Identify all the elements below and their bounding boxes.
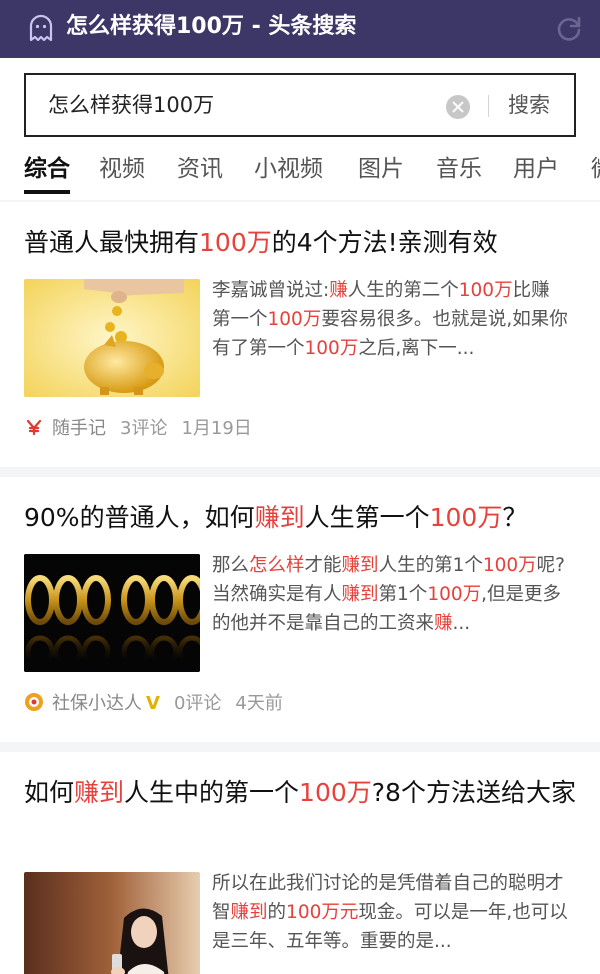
search-bar: 怎么样获得100万 搜索 [0, 58, 600, 152]
result-time: 4天前 [235, 693, 283, 714]
shebao-logo-icon [25, 693, 43, 711]
search-input[interactable]: 怎么样获得100万 [48, 91, 214, 119]
ghost-icon [29, 14, 53, 42]
result-snippet: 李嘉诚曾说过:赚人生的第二个100万比赚第一个100万要容易很多。也就是说,如果… [212, 280, 568, 359]
search-button[interactable]: 搜索 [508, 91, 550, 119]
result-snippet: 所以在此我们讨论的是凭借着自己的聪明才智赚到的100万元现金。可以是一年,也可以… [212, 873, 568, 952]
result-card[interactable]: 如何赚到人生中的第一个100万?8个方法送给大家 所以在此我们讨论的是凭借着自己… [0, 752, 600, 974]
gold-zeros-image[interactable] [24, 554, 200, 672]
woman-portrait-image[interactable] [24, 872, 200, 974]
piggy-bank-coins-image[interactable] [24, 279, 200, 397]
active-tab-indicator [24, 190, 70, 194]
tab-news[interactable]: 资讯 [177, 152, 223, 186]
verified-badge: V [146, 693, 160, 714]
result-meta: 随手记 3评论 1月19日 [24, 417, 252, 441]
divider [488, 95, 489, 117]
result-comments: 3评论 [120, 418, 168, 439]
tab-bar: 综合 视频 资讯 小视频 图片 音乐 用户 微 [0, 152, 600, 200]
tab-video[interactable]: 视频 [99, 152, 145, 186]
result-card[interactable]: 90%的普通人，如何赚到人生第一个100万？ 那么怎么样才能赚到人生的第1个10… [0, 477, 600, 742]
result-card[interactable]: 普通人最快拥有100万的4个方法!亲测有效 李嘉诚曾说过:赚人生的第二个100万… [0, 202, 600, 467]
refresh-icon[interactable] [554, 13, 584, 43]
clear-icon[interactable] [446, 95, 470, 119]
result-title[interactable]: 如何赚到人生中的第一个100万?8个方法送给大家 [24, 772, 584, 814]
result-title[interactable]: 90%的普通人，如何赚到人生第一个100万？ [24, 497, 584, 539]
tab-all[interactable]: 综合 [24, 152, 70, 186]
suishouji-logo-icon [24, 417, 44, 437]
tab-images[interactable]: 图片 [358, 152, 404, 186]
tab-users[interactable]: 用户 [513, 152, 559, 186]
result-source[interactable]: 随手记 [52, 418, 106, 439]
result-time: 1月19日 [181, 418, 252, 439]
tab-short-video[interactable]: 小视频 [254, 152, 323, 186]
tab-music[interactable]: 音乐 [436, 152, 482, 186]
page-title: 怎么样获得100万 - 头条搜索 [66, 14, 357, 39]
search-box[interactable]: 怎么样获得100万 搜索 [24, 73, 576, 137]
result-title[interactable]: 普通人最快拥有100万的4个方法!亲测有效 [24, 222, 584, 264]
tab-more[interactable]: 微 [591, 152, 600, 186]
result-meta: 社保小达人 V 0评论 4天前 [24, 692, 283, 716]
title-bar: 怎么样获得100万 - 头条搜索 [0, 0, 600, 58]
result-comments: 0评论 [173, 693, 222, 714]
result-source[interactable]: 社保小达人 [52, 693, 142, 714]
result-snippet: 那么怎么样才能赚到人生的第1个100万呢?当然确实是有人赚到第1个100万,但是… [212, 555, 565, 634]
